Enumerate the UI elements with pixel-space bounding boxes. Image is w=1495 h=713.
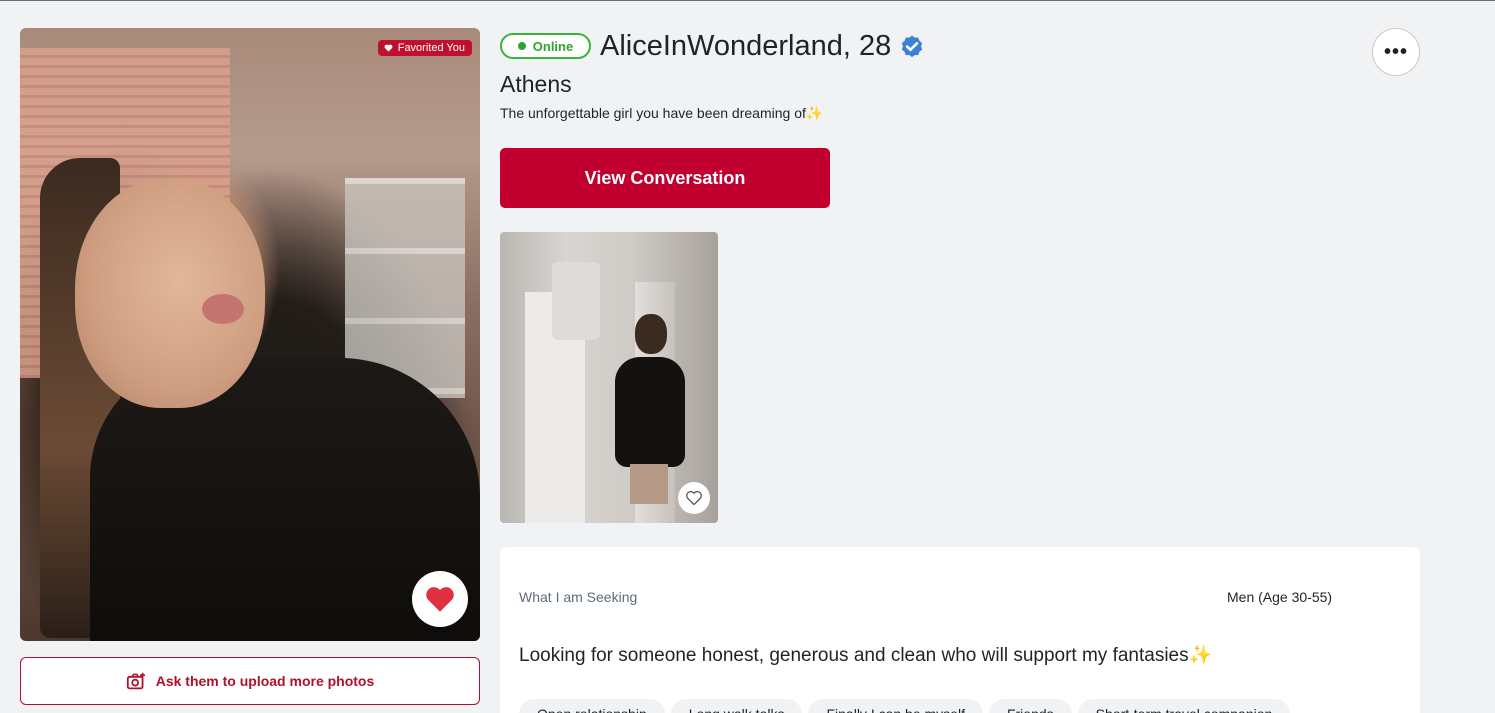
photo-thumbnail[interactable] — [500, 232, 718, 523]
heart-outline-icon — [686, 490, 702, 506]
thumb-person-head — [635, 314, 667, 354]
favorited-you-label: Favorited You — [397, 42, 465, 54]
photo-lips — [202, 294, 244, 324]
camera-plus-icon — [126, 672, 145, 690]
profile-city: Athens — [500, 71, 572, 97]
photo-face — [75, 178, 265, 408]
seeking-tag: Friends — [988, 699, 1072, 713]
seeking-tag: Finally I can be myself — [808, 699, 983, 713]
seeking-target: Men (Age 30-55) — [1227, 589, 1333, 605]
online-status-badge: Online — [500, 33, 591, 59]
favorited-you-badge: Favorited You — [377, 40, 472, 56]
thumb-person-legs — [630, 464, 668, 504]
like-button[interactable] — [412, 571, 468, 627]
view-conversation-label: View Conversation — [584, 167, 746, 188]
profile-tagline: The unforgettable girl you have been dre… — [500, 105, 824, 121]
heart-icon — [426, 587, 454, 612]
thumbnail-like-button[interactable] — [678, 482, 710, 514]
seeking-tag: Long walk talks — [670, 699, 803, 713]
more-options-button[interactable]: ••• — [1372, 28, 1420, 76]
view-conversation-button[interactable]: View Conversation — [500, 148, 830, 208]
seeking-card: What I am Seeking Men (Age 30-55) Lookin… — [500, 547, 1420, 713]
thumb-dispenser — [552, 262, 600, 340]
seeking-label: What I am Seeking — [519, 589, 638, 605]
seeking-tag: Short-term travel companion — [1077, 699, 1291, 713]
seeking-description: Looking for someone honest, generous and… — [519, 645, 1213, 666]
profile-name-heading: AliceInWonderland, 28 — [600, 30, 925, 63]
online-status-label: Online — [532, 38, 574, 54]
thumb-person-body — [615, 357, 685, 467]
main-profile-photo[interactable]: Favorited You — [20, 28, 480, 641]
ellipsis-icon: ••• — [1383, 40, 1408, 63]
heart-icon — [384, 44, 393, 52]
ask-upload-photos-label: Ask them to upload more photos — [155, 673, 375, 689]
ask-upload-photos-button[interactable]: Ask them to upload more photos — [20, 657, 480, 705]
online-dot-icon — [517, 42, 526, 50]
seeking-tags: Open relationship Long walk talks Finall… — [519, 699, 1291, 713]
profile-name: AliceInWonderland, 28 — [600, 30, 892, 62]
verified-badge-icon — [902, 35, 923, 57]
seeking-tag: Open relationship — [519, 699, 665, 713]
